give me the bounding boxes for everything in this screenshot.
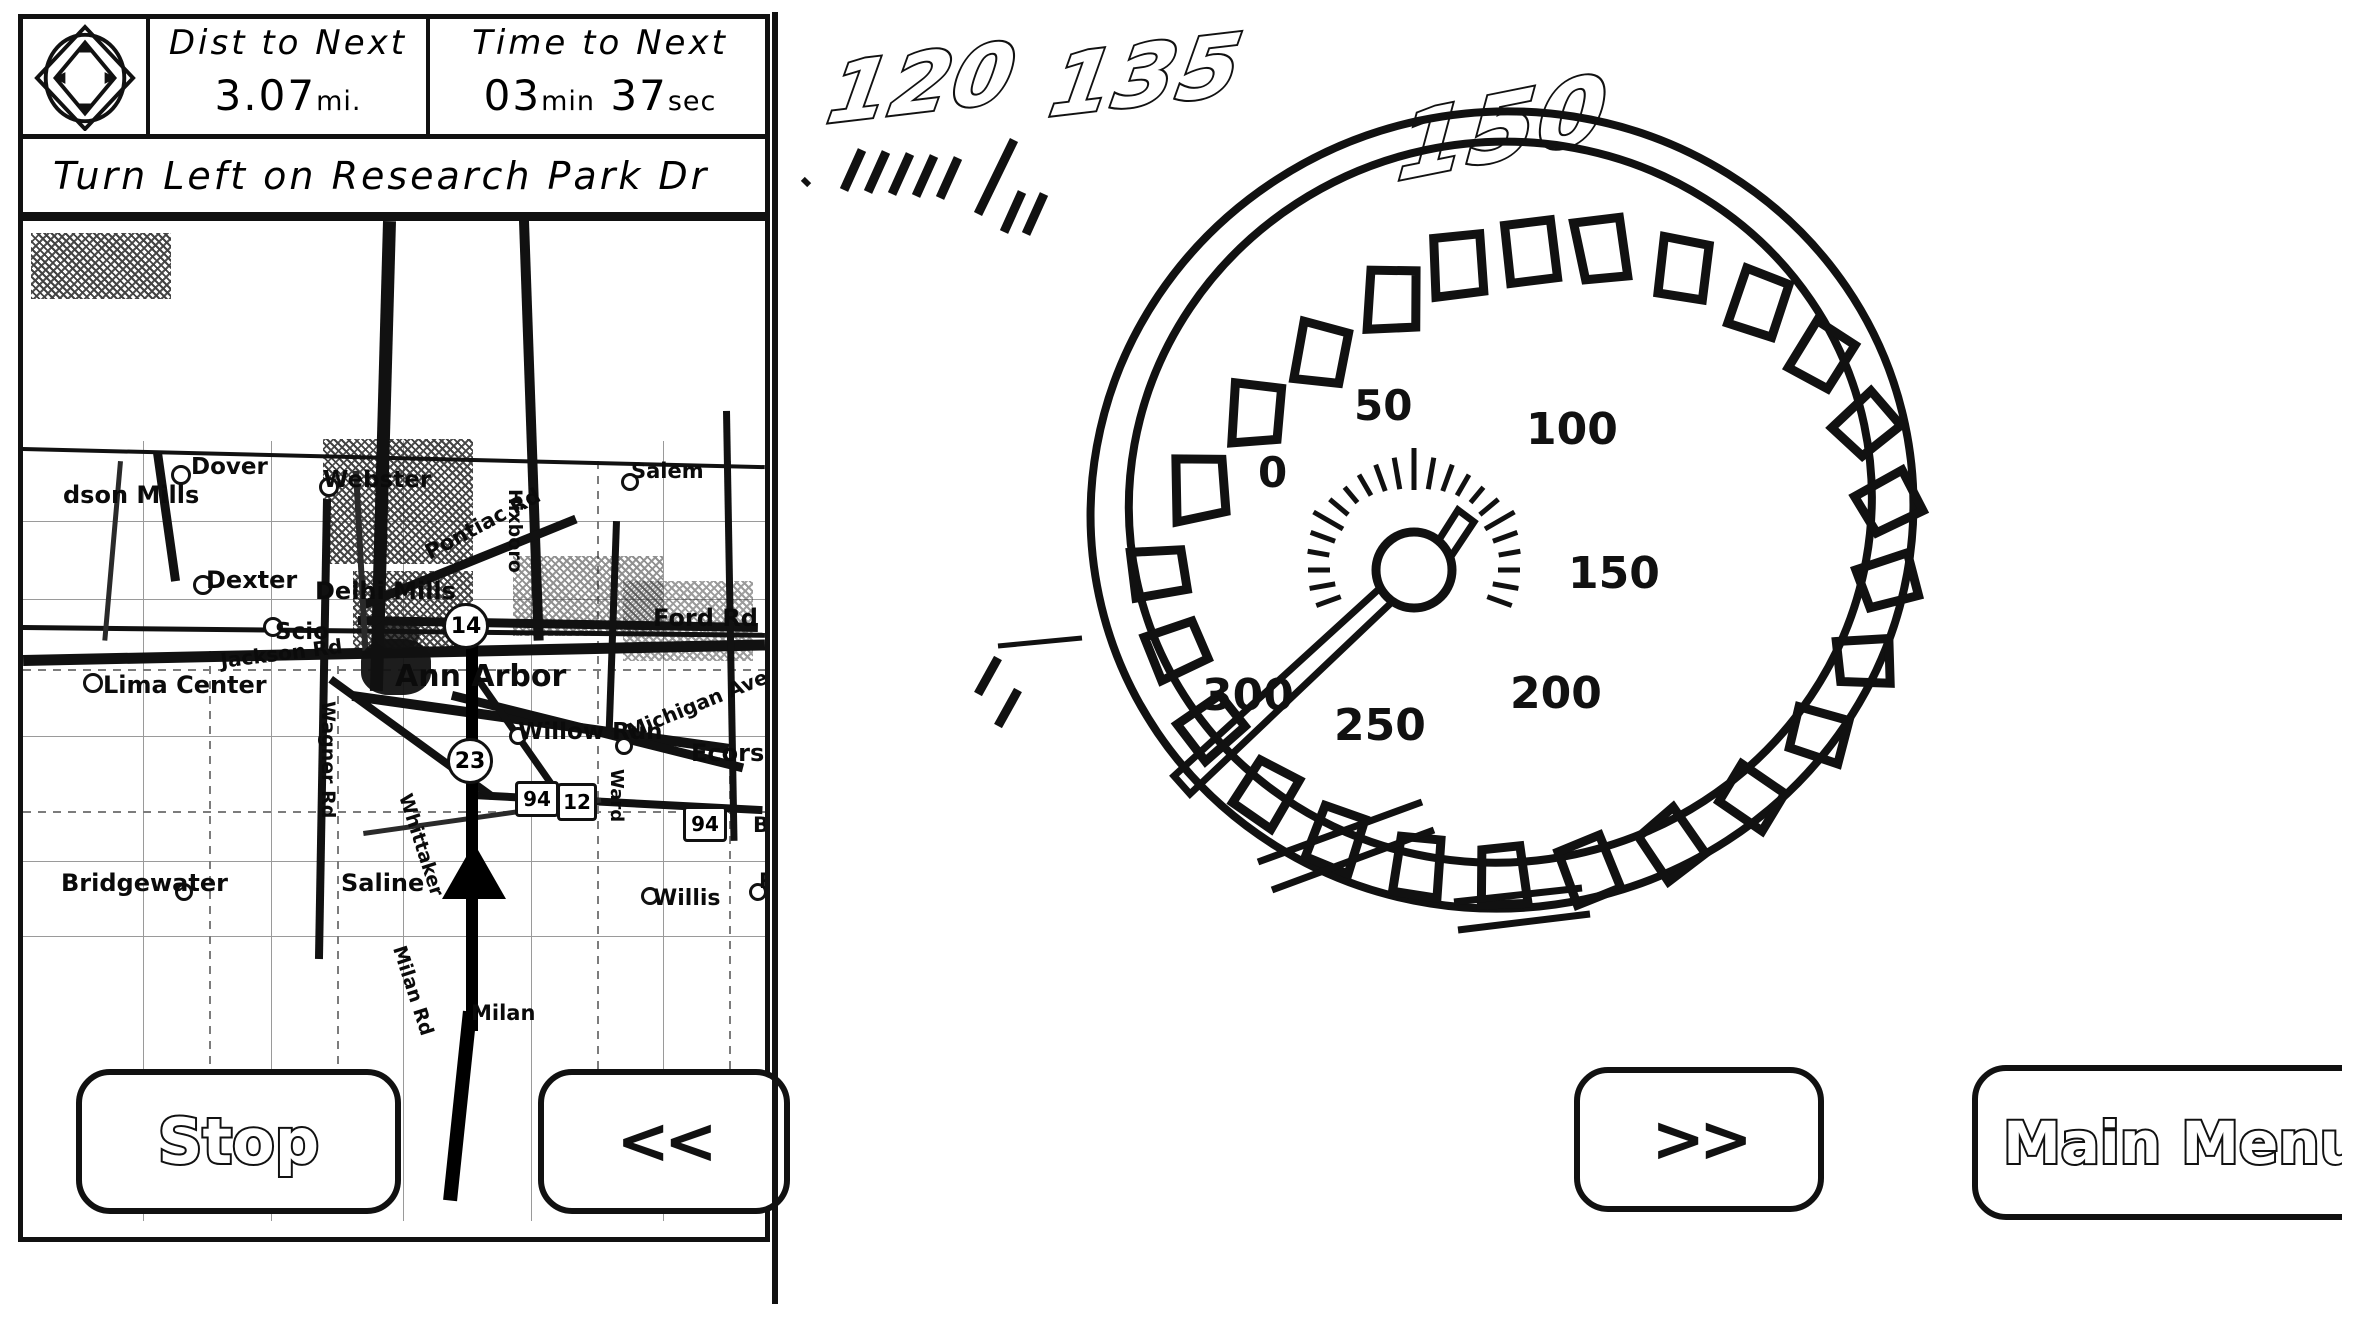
time-seconds-value: 37 — [610, 71, 668, 120]
distance-label: Dist to Next — [168, 23, 408, 63]
map-urban-core — [375, 619, 419, 649]
map-place-label-saline: Saline — [341, 869, 425, 897]
map-active-route — [443, 1010, 477, 1202]
map-gridline — [23, 811, 765, 813]
map-gridline — [23, 861, 765, 862]
map-road-label-ward: Ward — [606, 769, 627, 823]
navigation-panel: Dist to Next 3.07mi. Time to Next 03min … — [18, 14, 790, 1304]
time-value-row: 03min 37sec — [484, 71, 717, 120]
main-menu-button-label: Main Menu — [2001, 1107, 2342, 1179]
map-city-dot — [83, 673, 103, 693]
time-to-next-cell: Time to Next 03min 37sec — [434, 19, 766, 134]
map-place-label-willis: Willis — [653, 886, 721, 911]
app-root: Dist to Next 3.07mi. Time to Next 03min … — [0, 0, 2360, 1326]
map-place-label-bridgewater: Bridgewater — [61, 869, 228, 897]
previous-button[interactable]: << — [538, 1069, 790, 1214]
gauge-tick-label-50: 50 — [1354, 381, 1412, 430]
map-place-label-bel: Bel — [753, 813, 765, 837]
gauge-tick-label-150: 150 — [1568, 548, 1660, 599]
speedometer-panel: 120 135 150 0 50 100 150 200 250 300 >> … — [782, 12, 2342, 1304]
route-shield-94: 94 — [515, 781, 559, 817]
stop-button[interactable]: Stop — [76, 1069, 401, 1214]
map-road-label-michigan-ave: Michigan Ave — [623, 664, 765, 744]
stop-button-label: Stop — [156, 1103, 321, 1180]
time-seconds-unit: sec — [667, 86, 717, 117]
map-place-label-delhi-mills: Delhi Mills — [315, 577, 456, 605]
map-road-label-milan: Milan — [471, 1001, 536, 1025]
distance-unit: mi. — [316, 86, 362, 117]
map-place-label-hudson-mills: dson Mills — [63, 481, 200, 509]
compass-cell[interactable] — [23, 19, 150, 134]
map-place-label-ecorse-rd: Ecorse Rd — [691, 739, 765, 767]
map-road-label-wagner-rd: Wagner Rd — [317, 701, 339, 819]
gauge-tick-label-200: 200 — [1510, 668, 1602, 719]
map-place-label-webster: Webster — [323, 467, 432, 493]
map-place-label-dexter: Dexter — [206, 566, 298, 594]
map-place-label-dover: Dover — [191, 454, 268, 480]
gauge-tick-label-250: 250 — [1334, 700, 1426, 751]
route-shield-12: 12 — [557, 783, 597, 821]
main-menu-button[interactable]: Main Menu — [1972, 1065, 2342, 1220]
gauge-tick-label-0: 0 — [1258, 448, 1287, 497]
turn-instruction-text: Turn Left on Research Park Dr — [53, 153, 710, 198]
map-urban-shading — [31, 233, 171, 299]
panel-divider — [772, 12, 778, 1304]
nav-header: Dist to Next 3.07mi. Time to Next 03min … — [18, 14, 770, 139]
time-minutes-value: 03 — [483, 71, 542, 120]
vehicle-position-marker — [442, 843, 506, 899]
route-shield-14: 14 — [443, 603, 489, 649]
turn-instruction-row: Turn Left on Research Park Dr — [18, 139, 770, 217]
map-road-label-milan-rd: Milan Rd — [388, 943, 438, 1039]
time-label: Time to Next — [472, 23, 728, 63]
time-minutes-unit: min — [541, 86, 596, 117]
map-road-label-hixboro: Hixboro — [504, 489, 526, 573]
distance-to-next-cell: Dist to Next 3.07mi. — [150, 19, 430, 134]
map-place-label-lima-center: Lima Center — [103, 671, 267, 699]
speed-hash-marks-upper — [800, 138, 1049, 236]
map-place-label-salem: Salem — [631, 459, 704, 483]
next-button-label: >> — [1651, 1102, 1752, 1177]
map-place-label-ann-arbor: Ann Arbor — [395, 659, 567, 694]
compass-rose-icon — [34, 24, 136, 131]
map-place-label-rou: Rou — [759, 869, 765, 893]
previous-button-label: << — [616, 1104, 717, 1179]
distance-value-row: 3.07mi. — [215, 71, 362, 120]
distance-value: 3.07 — [214, 71, 317, 120]
route-shield-94-east: 94 — [683, 806, 727, 842]
speedometer-gauge[interactable]: 0 50 100 150 200 250 300 — [1062, 102, 1942, 962]
map-gridline — [23, 936, 765, 937]
next-button[interactable]: >> — [1574, 1067, 1824, 1212]
gauge-needle-hub — [1371, 527, 1457, 613]
gauge-tick-label-100: 100 — [1526, 404, 1618, 455]
route-shield-23: 23 — [447, 738, 493, 784]
gauge-tick-ring — [1125, 212, 1930, 912]
map-place-label-ford-rd: Ford Rd — [653, 604, 758, 632]
